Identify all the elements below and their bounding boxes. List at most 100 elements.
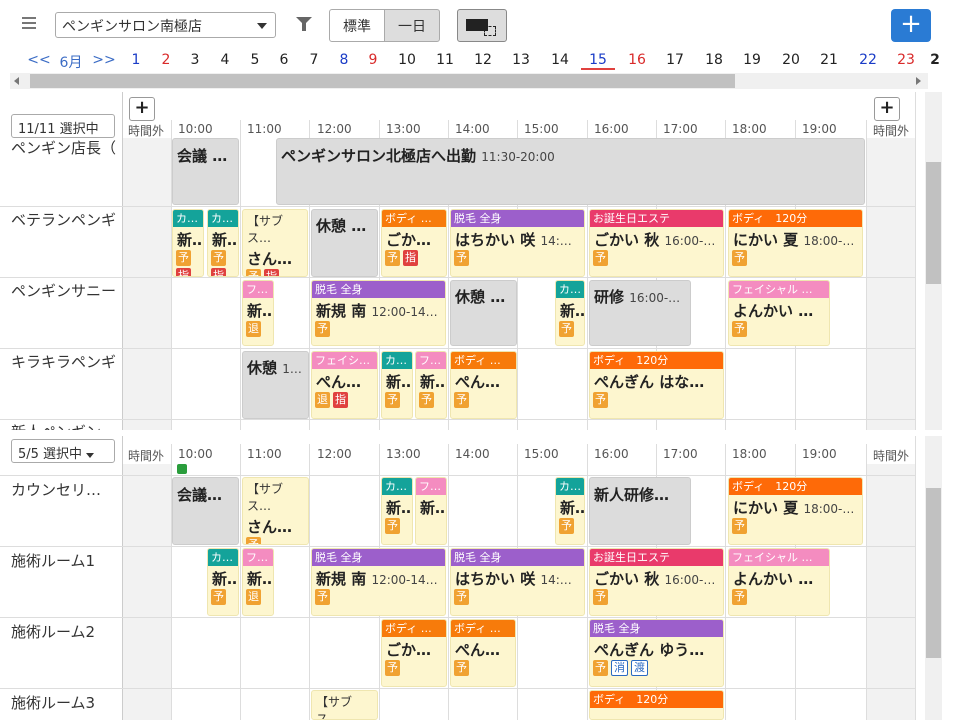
event-reservation[interactable]: カ… 新…予 <box>207 548 239 616</box>
event-training[interactable]: 新人研修… <box>589 477 691 545</box>
event-reservation[interactable]: ボディ … ごか… 予 <box>381 619 447 687</box>
event-reservation[interactable]: 脱毛 全身 新規 南 12:00-14… 予 <box>311 548 446 616</box>
staff-row-name[interactable]: ペンギン店長（ <box>11 137 121 158</box>
event-reservation[interactable]: フ… 新… <box>415 477 447 545</box>
add-left-button[interactable]: + <box>129 97 155 121</box>
day-2[interactable]: 2 <box>151 52 181 68</box>
staff-row-name[interactable]: 新人ペンギン <box>11 421 121 430</box>
event-reservation[interactable]: フェイシャル … よんかい … 予 <box>728 548 830 616</box>
event-reservation[interactable]: カ… 新…予指 <box>207 209 239 277</box>
event-reservation[interactable]: ボディ 120分 にかい 夏 18:00-… 予 <box>728 209 863 277</box>
event-reservation[interactable]: 【サブス… さん… 予指 <box>242 209 308 277</box>
event-reservation[interactable]: ボディ … ぺん… 予 <box>450 619 516 687</box>
badge-reserved: 予 <box>246 269 261 276</box>
event-reservation[interactable]: 【サブス… さん… 予 <box>242 477 309 545</box>
staff-selector[interactable]: 11/11 選択中 <box>11 114 115 138</box>
event-training[interactable]: 研修 16:00-… <box>589 280 691 346</box>
event-reservation[interactable]: カ… 新…予指 <box>172 209 204 277</box>
event-reservation[interactable]: フェイシャル … よんかい … 予 <box>728 280 830 346</box>
grid-line <box>587 444 588 720</box>
day-4[interactable]: 4 <box>210 52 240 68</box>
event-reservation[interactable]: 脱毛 全身 新規 南 12:00-14… 予 <box>311 280 446 346</box>
event-reservation[interactable]: ボディ 120分 <box>589 690 724 720</box>
room-row-name[interactable]: 施術ルーム2 <box>11 621 121 642</box>
day-20[interactable]: 20 <box>776 52 806 68</box>
event-reservation[interactable]: ボディ 120分 ぺんぎん はな… 予 <box>589 351 724 419</box>
event-reservation[interactable]: カ… 新…予 <box>555 280 585 346</box>
day-24-partial[interactable]: 2 <box>925 52 945 68</box>
event-reservation[interactable]: ボディ 120分 にかい 夏 18:00-… 予 <box>728 477 863 545</box>
event-time: 1… <box>282 362 302 376</box>
day-23[interactable]: 23 <box>891 52 921 68</box>
event-reservation[interactable]: カ… 新…予 <box>555 477 585 545</box>
event-reservation[interactable]: カ… 新…予 <box>381 351 413 419</box>
event-reservation[interactable]: カ… 新…予 <box>381 477 413 545</box>
time-header: 10:00 <box>178 122 213 136</box>
event-break[interactable]: 休憩 … <box>311 209 378 277</box>
event-reservation[interactable]: お誕生日エステ ごかい 秋 16:00-… 予 <box>589 548 724 616</box>
day-10[interactable]: 10 <box>392 52 422 68</box>
next-month-link[interactable]: >> <box>89 52 119 68</box>
event-out-of-store[interactable]: ペンギンサロン北極店へ出勤 11:30-20:00 <box>276 138 865 205</box>
day-1[interactable]: 1 <box>121 52 151 68</box>
menu-icon[interactable] <box>22 17 36 29</box>
month-label[interactable]: 6月 <box>56 52 86 72</box>
room-row-name[interactable]: 施術ルーム1 <box>11 550 121 571</box>
event-tag: 【サブス… <box>247 482 284 513</box>
event-reservation[interactable]: フ… 新…退 <box>242 280 274 346</box>
day-15-today[interactable]: 15 <box>581 52 615 70</box>
event-break[interactable]: 休憩 1… <box>242 351 309 419</box>
event-reservation[interactable]: 脱毛 全身 はちかい 咲 14:… 予 <box>450 209 585 277</box>
day-14[interactable]: 14 <box>545 52 575 68</box>
event-tag: フェイシャル … <box>729 549 829 566</box>
day-6[interactable]: 6 <box>269 52 299 68</box>
staff-row-name[interactable]: キラキラペンギ <box>11 351 121 372</box>
day-5[interactable]: 5 <box>240 52 270 68</box>
room-selector[interactable]: 5/5 選択中 <box>11 439 115 463</box>
event-reservation[interactable]: フ… 新…退 <box>242 548 274 616</box>
event-tag: ボディ 120分 <box>590 691 723 708</box>
event-reservation[interactable]: 脱毛 全身 ぺんぎん ゆう… 予消渡 <box>589 619 724 687</box>
room-vertical-scrollbar-thumb[interactable] <box>926 488 941 658</box>
event-reservation[interactable]: 脱毛 全身 はちかい 咲 14:… 予 <box>450 548 585 616</box>
day-12[interactable]: 12 <box>468 52 498 68</box>
day-7[interactable]: 7 <box>299 52 329 68</box>
day-16[interactable]: 16 <box>622 52 652 68</box>
event-reservation[interactable]: ボディ … ぺん… 予 <box>450 351 517 419</box>
day-22[interactable]: 22 <box>853 52 883 68</box>
event-reservation[interactable]: フ… 新…予 <box>415 351 447 419</box>
event-reservation[interactable]: お誕生日エステ ごかい 秋 16:00-… 予 <box>589 209 724 277</box>
event-break[interactable]: 休憩 … <box>450 280 517 346</box>
scroll-right-icon[interactable] <box>916 77 921 85</box>
day-17[interactable]: 17 <box>660 52 690 68</box>
badge-reserved: 予 <box>732 321 747 337</box>
event-reservation[interactable]: フェイシ… ぺん… 退指 <box>311 351 378 419</box>
screen-select-button[interactable] <box>457 9 507 42</box>
day-8[interactable]: 8 <box>329 52 359 68</box>
add-right-button[interactable]: + <box>874 97 900 121</box>
view-day-button[interactable]: 一日 <box>384 9 440 42</box>
room-row-name[interactable]: カウンセリ… <box>11 479 121 500</box>
event-meeting[interactable]: 会議… <box>172 477 239 545</box>
event-reservation[interactable]: 【サブス… <box>311 690 378 720</box>
store-select[interactable]: ペンギンサロン南極店 <box>55 12 276 38</box>
day-11[interactable]: 11 <box>430 52 460 68</box>
staff-vertical-scrollbar-thumb[interactable] <box>926 162 941 284</box>
time-header: 18:00 <box>732 122 767 136</box>
prev-month-link[interactable]: << <box>24 52 54 68</box>
day-9[interactable]: 9 <box>358 52 388 68</box>
day-3[interactable]: 3 <box>180 52 210 68</box>
room-row-name[interactable]: 施術ルーム3 <box>11 692 121 713</box>
staff-row-name[interactable]: ベテランペンギ <box>11 209 121 230</box>
day-18[interactable]: 18 <box>699 52 729 68</box>
view-standard-button[interactable]: 標準 <box>329 9 385 42</box>
event-reservation[interactable]: ボディ … ごか… 予指 <box>381 209 447 277</box>
event-meeting[interactable]: 会議 … <box>172 138 239 205</box>
day-19[interactable]: 19 <box>737 52 767 68</box>
scroll-left-icon[interactable] <box>14 77 19 85</box>
day-21[interactable]: 21 <box>814 52 844 68</box>
horizontal-scrollbar-thumb[interactable] <box>30 74 735 88</box>
add-button[interactable]: + <box>891 9 931 42</box>
day-13[interactable]: 13 <box>506 52 536 68</box>
staff-row-name[interactable]: ペンギンサニー <box>11 280 121 301</box>
